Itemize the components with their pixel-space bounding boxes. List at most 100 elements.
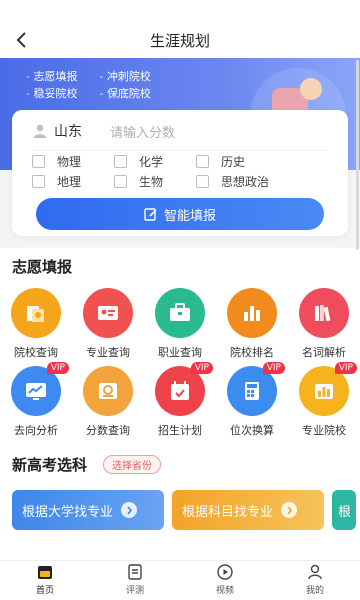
checkbox-box	[196, 154, 209, 168]
nav-assessment[interactable]: 评测	[99, 563, 171, 596]
smart-fill-button[interactable]: 智能填报	[36, 198, 324, 230]
nav-label: 评测	[125, 586, 144, 596]
arrow-right-icon	[121, 502, 138, 518]
feature-label: 院校排名	[230, 346, 274, 359]
subject-checkbox[interactable]: 化学	[114, 152, 196, 170]
nav-home[interactable]: 首页	[9, 563, 81, 596]
nav-label: 视频	[215, 586, 234, 596]
checkbox-box	[32, 154, 45, 168]
id-card-icon	[83, 288, 133, 338]
subject-checkbox[interactable]: 思想政治	[196, 172, 316, 190]
checkbox-box	[114, 174, 127, 188]
banner-tag: 稳妥院校	[26, 85, 77, 102]
banner-tag: 冲刺院校	[99, 68, 151, 85]
banner-illustration-head	[300, 78, 322, 100]
feature-grid: VIP 去向分析 分数查询 VIP 招生计划 VIP 位次换算 VIP 专业院校	[0, 362, 360, 438]
feature-grid: 院校查询 专业查询 职业查询 院校排名 名词解析	[0, 288, 360, 360]
vip-badge: VIP	[262, 362, 285, 374]
checkbox-box	[114, 154, 127, 168]
feature-school-ranking[interactable]: 院校排名	[216, 288, 288, 360]
subject-checkbox[interactable]: 历史	[196, 152, 316, 170]
score-form-card: 山东 物理 化学 历史 地理 生物 思想政治 智能填报	[12, 110, 348, 236]
nav-profile[interactable]: 我的	[279, 563, 351, 596]
subject-label: 思想政治	[221, 174, 270, 189]
partial-card[interactable]: 根	[332, 490, 356, 530]
subject-checkboxes: 物理 化学 历史 地理 生物 思想政治	[32, 152, 332, 190]
assessment-icon	[128, 564, 142, 580]
vip-badge: VIP	[334, 362, 357, 374]
vip-badge: VIP	[46, 362, 69, 374]
feature-career-query[interactable]: 职业查询	[144, 288, 216, 360]
feature-label: 位次换算	[230, 424, 274, 437]
section-title: 志愿填报	[12, 258, 73, 276]
subject-selection-cards: 根据大学找专业 根据科目找专业 根	[12, 490, 356, 530]
feature-term-glossary[interactable]: 名词解析	[288, 288, 360, 360]
score-card-icon	[83, 366, 133, 416]
feature-label: 名词解析	[302, 346, 346, 359]
feature-label: 专业查询	[86, 346, 130, 359]
books-icon	[299, 288, 349, 338]
feature-label: 去向分析	[14, 424, 58, 437]
find-major-by-subject-card[interactable]: 根据科目找专业	[172, 490, 324, 530]
feature-label: 分数查询	[86, 424, 130, 437]
card-label: 根	[338, 504, 352, 520]
back-arrow-icon[interactable]	[10, 28, 34, 52]
column-chart-icon: VIP	[299, 362, 357, 416]
find-major-by-university-card[interactable]: 根据大学找专业	[12, 490, 164, 530]
feature-rank-conversion[interactable]: VIP 位次换算	[216, 362, 288, 438]
vip-badge: VIP	[190, 362, 213, 374]
province-label: 山东	[54, 124, 82, 140]
select-province-chip[interactable]: 选择省份	[103, 455, 162, 474]
banner-tags: 志愿填报 冲刺院校 稳妥院校 保底院校	[26, 68, 151, 102]
school-card-icon	[11, 288, 61, 338]
arrow-right-icon	[281, 502, 298, 518]
banner-tag: 志愿填报	[26, 68, 77, 85]
volunteer-section: 志愿填报 院校查询 专业查询 职业查询 院校排名 名词解析 VIP 去向分析 分…	[0, 248, 360, 566]
nav-label: 我的	[305, 586, 324, 596]
subject-label: 历史	[221, 154, 246, 169]
score-input[interactable]	[108, 122, 332, 144]
feature-destination-analysis[interactable]: VIP 去向分析	[0, 362, 72, 438]
subject-checkbox[interactable]: 地理	[32, 172, 114, 190]
page-title: 生涯规划	[149, 31, 210, 50]
feature-score-query[interactable]: 分数查询	[72, 366, 144, 438]
checkbox-box	[32, 174, 45, 188]
scrollbar[interactable]	[356, 60, 359, 250]
subject-selection-header: 新高考选科 选择省份	[12, 454, 162, 475]
section-title: 新高考选科	[12, 456, 88, 474]
feature-enrollment-plan[interactable]: VIP 招生计划	[144, 362, 216, 438]
feature-label: 专业院校	[302, 424, 346, 437]
subject-checkbox[interactable]: 物理	[32, 152, 114, 170]
user-icon	[34, 124, 46, 138]
nav-label: 首页	[35, 586, 54, 596]
feature-school-query[interactable]: 院校查询	[0, 288, 72, 360]
nav-video[interactable]: 视频	[189, 563, 261, 596]
feature-label: 职业查询	[158, 346, 202, 359]
briefcase-icon	[155, 288, 205, 338]
profile-icon	[308, 564, 322, 580]
subject-label: 物理	[57, 154, 82, 169]
card-label: 根据科目找专业	[182, 504, 274, 520]
subject-checkbox[interactable]: 生物	[114, 172, 196, 190]
status-bar	[0, 0, 360, 22]
banner-tag: 保底院校	[99, 85, 151, 102]
bottom-nav: 首页 评测 视频 我的	[0, 560, 360, 600]
feature-major-school[interactable]: VIP 专业院校	[288, 362, 360, 438]
smart-fill-label: 智能填报	[163, 208, 216, 224]
trend-screen-icon: VIP	[11, 362, 69, 416]
checkbox-box	[196, 174, 209, 188]
bar-chart-icon	[227, 288, 277, 338]
calendar-check-icon: VIP	[155, 362, 213, 416]
calculator-icon: VIP	[227, 362, 285, 416]
subject-label: 化学	[139, 154, 164, 169]
subject-label: 地理	[57, 174, 82, 189]
feature-major-query[interactable]: 专业查询	[72, 288, 144, 360]
edit-icon	[144, 208, 157, 221]
subject-label: 生物	[139, 174, 164, 189]
video-icon	[217, 564, 233, 580]
feature-label: 院校查询	[14, 346, 58, 359]
feature-label: 招生计划	[158, 424, 202, 437]
province-selector[interactable]: 山东	[32, 121, 82, 141]
divider	[32, 150, 328, 151]
home-icon	[38, 566, 52, 579]
